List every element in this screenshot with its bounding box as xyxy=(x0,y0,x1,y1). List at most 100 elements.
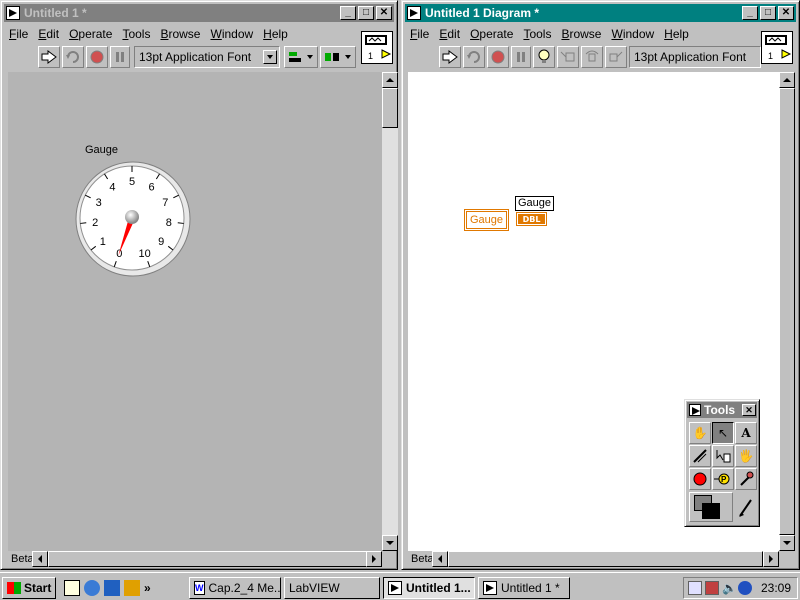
scroll-right-button[interactable] xyxy=(763,551,779,567)
scroll-down-button[interactable] xyxy=(779,535,795,551)
scroll-left-button[interactable] xyxy=(432,551,448,567)
vi-connector-icon[interactable]: 1 xyxy=(761,31,793,64)
scroll-down-button[interactable] xyxy=(382,535,398,551)
tools-palette[interactable]: Tools ✕ ✋ ↖ A 🖐 P xyxy=(684,399,760,527)
show-desktop-icon[interactable] xyxy=(64,580,80,596)
gauge-control[interactable]: 012 34 5 67 89 10 xyxy=(74,160,194,280)
run-continuously-icon[interactable] xyxy=(463,46,485,68)
gauge-tick-label: 10 xyxy=(139,248,151,260)
front-panel-horizontal-scrollbar[interactable] xyxy=(32,551,382,567)
menu-help[interactable]: Help xyxy=(258,27,293,41)
scroll-left-button[interactable] xyxy=(32,551,48,567)
front-panel-titlebar[interactable]: Untitled 1 * _ □ ✕ xyxy=(4,4,394,22)
close-button[interactable]: ✕ xyxy=(778,6,794,20)
scroll-hand-icon[interactable]: 🖐 xyxy=(735,445,757,467)
quick-launch-bar: » xyxy=(64,578,151,598)
gauge-label-node[interactable]: Gauge xyxy=(464,209,509,231)
menu-operate[interactable]: Operate xyxy=(64,27,117,41)
abort-stop-icon[interactable] xyxy=(487,46,509,68)
minimize-button[interactable]: _ xyxy=(340,6,356,20)
menu-edit[interactable]: Edit xyxy=(33,27,64,41)
front-panel-vertical-scrollbar[interactable] xyxy=(382,72,398,551)
taskbar-button-labview[interactable]: LabVIEW xyxy=(284,577,380,599)
diagram-horizontal-scrollbar[interactable] xyxy=(432,551,779,567)
menu-tools[interactable]: Tools xyxy=(518,27,556,41)
quick-launch-more-icon[interactable]: » xyxy=(144,581,151,595)
internet-explorer-icon[interactable] xyxy=(84,580,100,596)
scroll-thumb-h[interactable] xyxy=(48,551,368,567)
menu-help[interactable]: Help xyxy=(659,27,694,41)
maximize-button[interactable]: □ xyxy=(358,6,374,20)
menu-window[interactable]: Window xyxy=(606,27,659,41)
start-label: Start xyxy=(24,581,52,595)
labview-app-icon[interactable] xyxy=(6,6,20,20)
run-continuously-icon[interactable] xyxy=(62,46,84,68)
diagram-titlebar[interactable]: Untitled 1 Diagram * _ □ ✕ xyxy=(405,4,796,22)
pause-icon[interactable] xyxy=(511,46,531,68)
close-button[interactable]: ✕ xyxy=(742,404,756,416)
coloring-brush-icon[interactable] xyxy=(735,492,757,522)
labview-app-icon[interactable] xyxy=(407,6,421,20)
align-objects-icon[interactable] xyxy=(284,46,318,68)
taskbar-button-cap[interactable]: W Cap.2_4 Me... xyxy=(189,577,281,599)
distribute-objects-icon[interactable] xyxy=(320,46,356,68)
step-out-icon[interactable] xyxy=(605,46,627,68)
maximize-button[interactable]: □ xyxy=(760,6,776,20)
front-panel-menubar: File Edit Operate Tools Browse Window He… xyxy=(4,24,293,43)
run-arrow-icon[interactable] xyxy=(439,46,461,68)
front-panel-window[interactable]: Untitled 1 * _ □ ✕ File Edit Operate Too… xyxy=(0,0,398,570)
object-shortcut-menu-icon[interactable] xyxy=(712,445,734,467)
front-panel-canvas[interactable]: Gauge 0 1 2 3 4 5 6 7 8 9 10 xyxy=(8,72,382,551)
gauge-tick-label: 7 xyxy=(162,197,168,209)
menu-file[interactable]: File xyxy=(4,27,33,41)
scroll-thumb-h[interactable] xyxy=(448,551,763,567)
font-select[interactable]: 13pt Application Font xyxy=(134,46,280,68)
tray-globe-icon[interactable] xyxy=(738,581,752,595)
scroll-thumb[interactable] xyxy=(779,88,795,535)
run-arrow-icon[interactable] xyxy=(38,46,60,68)
scroll-thumb[interactable] xyxy=(382,88,398,128)
abort-stop-icon[interactable] xyxy=(86,46,108,68)
tray-scheduler-icon[interactable] xyxy=(688,581,702,595)
position-arrow-icon[interactable]: ↖ xyxy=(712,422,734,444)
taskbar-button-panel[interactable]: Untitled 1 * xyxy=(478,577,570,599)
gauge-dbl-terminal[interactable]: DBL xyxy=(516,212,547,226)
scroll-right-button[interactable] xyxy=(366,551,382,567)
tray-modem-icon[interactable] xyxy=(705,581,719,595)
outlook-express-icon[interactable] xyxy=(104,580,120,596)
edit-text-icon[interactable]: A xyxy=(735,422,757,444)
menu-edit[interactable]: Edit xyxy=(434,27,465,41)
dropdown-arrow-icon[interactable] xyxy=(263,50,277,64)
step-into-icon[interactable] xyxy=(557,46,579,68)
channels-icon[interactable] xyxy=(124,580,140,596)
tray-volume-icon[interactable]: 🔈 xyxy=(722,581,737,595)
taskbar-button-diagram[interactable]: Untitled 1... xyxy=(383,577,475,599)
font-select[interactable]: 13pt Application Font xyxy=(629,46,761,68)
step-over-icon[interactable] xyxy=(581,46,603,68)
probe-icon[interactable]: P xyxy=(712,468,734,490)
color-copy-dropper-icon[interactable] xyxy=(735,468,757,490)
operate-hand-icon[interactable]: ✋ xyxy=(689,422,711,444)
menu-browse[interactable]: Browse xyxy=(556,27,606,41)
diagram-vertical-scrollbar[interactable] xyxy=(779,72,795,551)
menu-window[interactable]: Window xyxy=(205,27,258,41)
connect-wire-icon[interactable] xyxy=(689,445,711,467)
scroll-up-button[interactable] xyxy=(382,72,398,88)
breakpoint-icon[interactable] xyxy=(689,468,711,490)
menu-tools[interactable]: Tools xyxy=(117,27,155,41)
gauge-tick-label: 6 xyxy=(149,182,155,194)
tools-palette-title: Tools xyxy=(704,403,736,417)
menu-operate[interactable]: Operate xyxy=(465,27,518,41)
highlight-execution-bulb-icon[interactable] xyxy=(533,46,555,68)
vi-connector-icon[interactable]: 1 xyxy=(361,31,393,64)
color-tool-icon[interactable] xyxy=(689,492,733,522)
close-button[interactable]: ✕ xyxy=(376,6,392,20)
minimize-button[interactable]: _ xyxy=(742,6,758,20)
clock[interactable]: 23:09 xyxy=(761,581,791,595)
scroll-up-button[interactable] xyxy=(779,72,795,88)
menu-browse[interactable]: Browse xyxy=(155,27,205,41)
menu-file[interactable]: File xyxy=(405,27,434,41)
pause-icon[interactable] xyxy=(110,46,130,68)
start-button[interactable]: Start xyxy=(2,577,56,599)
tools-palette-titlebar[interactable]: Tools ✕ xyxy=(687,402,757,418)
